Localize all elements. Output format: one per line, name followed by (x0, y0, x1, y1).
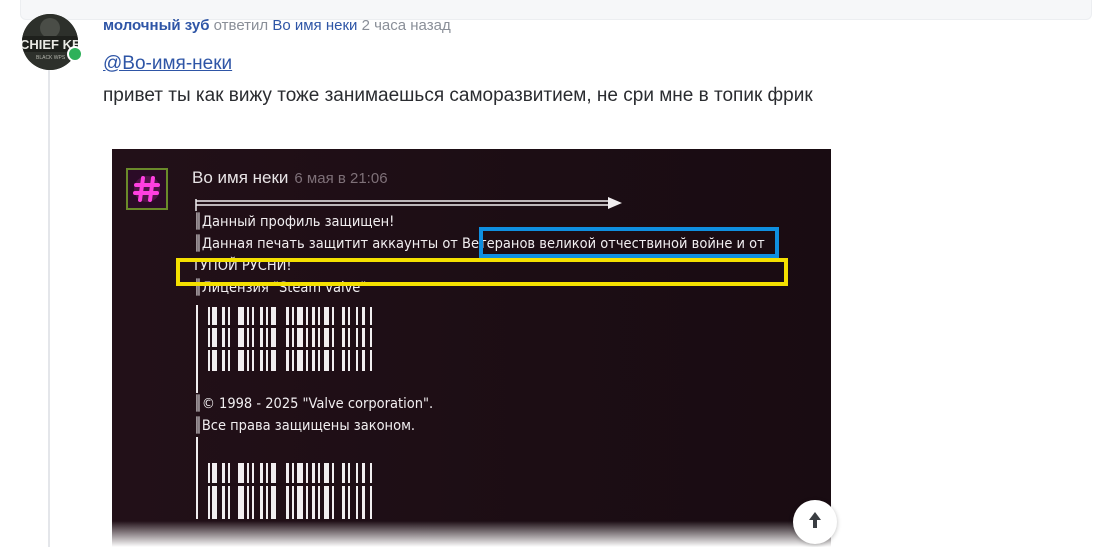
comment-text: привет ты как вижу тоже занимаешься само… (103, 85, 813, 106)
copyright-text: ║© 1998 - 2025 "Valve corporation". ║Все… (194, 393, 814, 437)
avatar[interactable]: CHIEF KE BLACK WPS (22, 14, 78, 70)
blue-highlight-box (479, 227, 779, 258)
mention-link[interactable]: @Во-имя-неки (103, 53, 232, 75)
hashtag-icon (128, 170, 166, 208)
profile-name: Во имя неки 6 мая в 21:06 (192, 168, 388, 187)
scroll-up-button[interactable] (793, 500, 837, 544)
thread-line (48, 70, 50, 547)
barcode-graphic (196, 459, 376, 519)
arrow-up-icon (809, 512, 821, 528)
comment-time: 2 часа назад (361, 17, 451, 34)
author-link[interactable]: молочный зуб (103, 17, 209, 34)
svg-text:BLACK WPS: BLACK WPS (36, 55, 66, 61)
arrow-right-icon (195, 197, 622, 211)
yellow-highlight-box (176, 258, 788, 286)
image-fade (112, 521, 831, 547)
barcode-graphic (196, 437, 198, 459)
barcode-graphic (196, 371, 198, 393)
reply-target-link[interactable]: Во имя неки (272, 17, 357, 34)
online-status-dot (67, 46, 83, 62)
profile-avatar (126, 168, 168, 210)
barcode-graphic (196, 305, 376, 371)
post-date: 6 мая в 21:06 (294, 170, 388, 187)
comment-header: молочный зуб ответил Во имя неки 2 часа … (103, 17, 451, 35)
copyright-line: ║© 1998 - 2025 "Valve corporation". (194, 396, 434, 412)
avatar-image: CHIEF KE BLACK WPS (22, 14, 78, 70)
copyright-line: ║Все права защищены законом. (194, 418, 416, 434)
attached-screenshot[interactable]: Во имя неки 6 мая в 21:06 ║Данный профиль… (112, 149, 831, 547)
reply-action-label: ответил (213, 17, 269, 34)
